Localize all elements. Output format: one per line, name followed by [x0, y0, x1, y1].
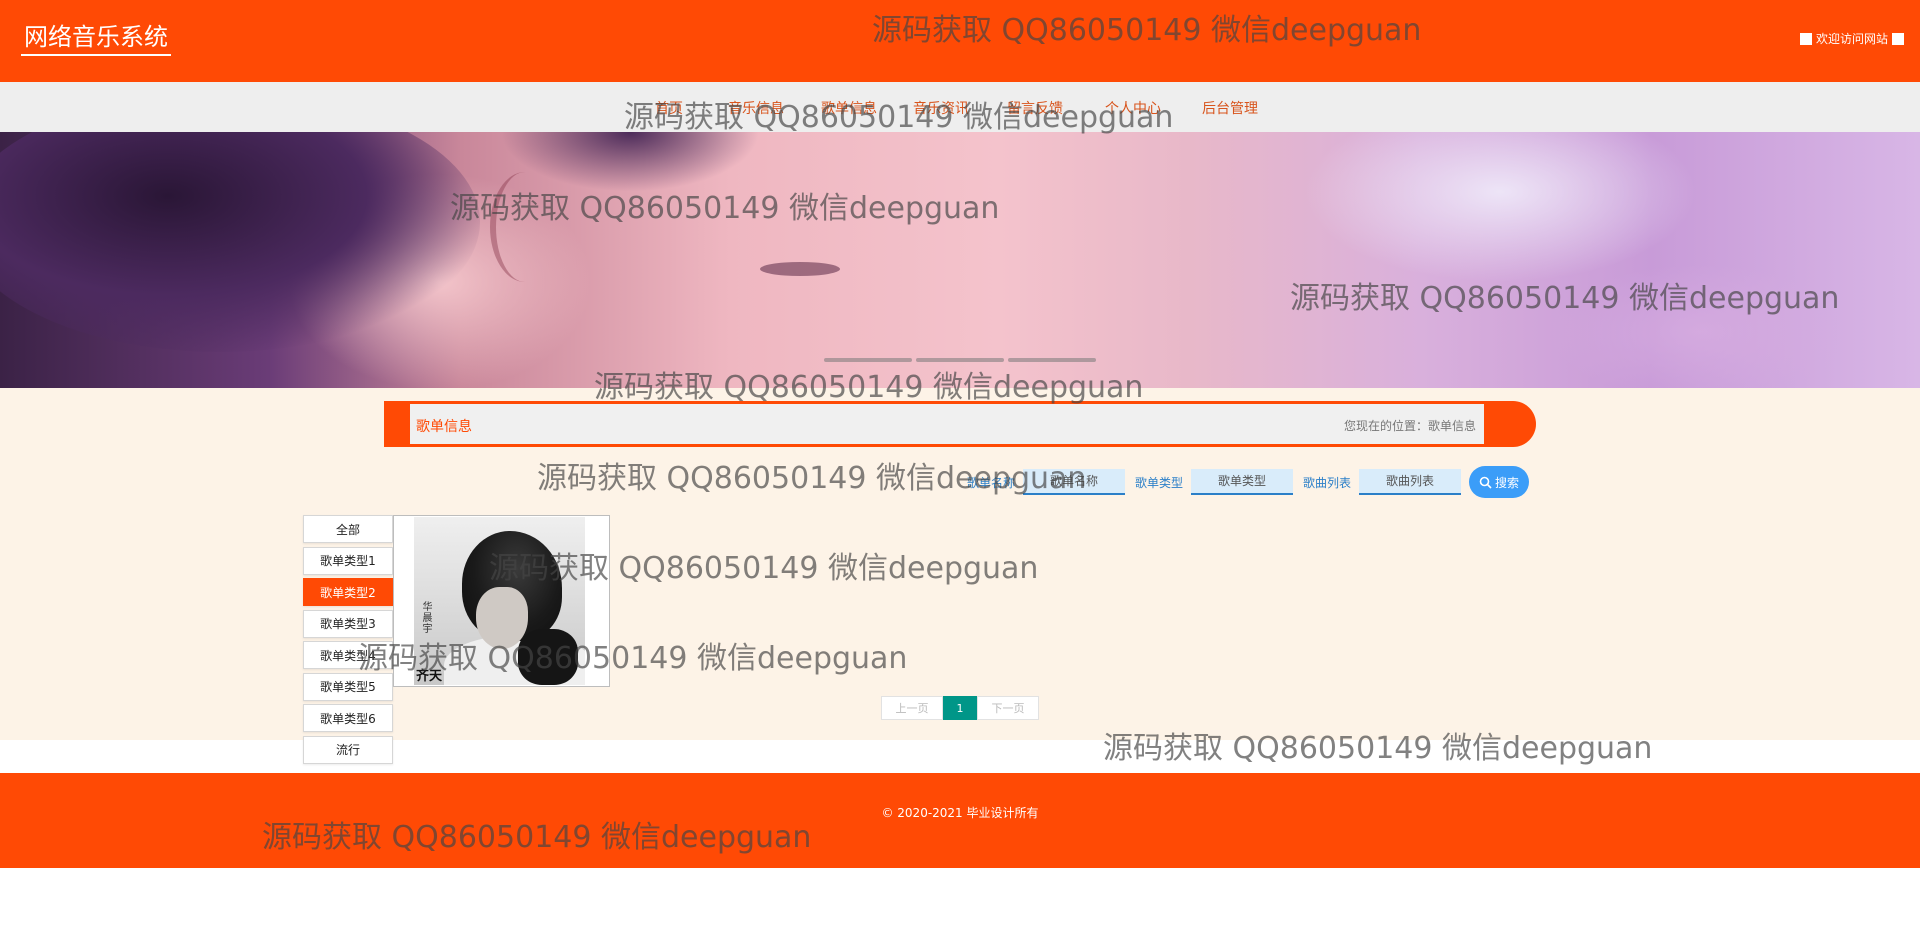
- search-label-song-list: 歌曲列表: [1303, 475, 1352, 490]
- category-type-3[interactable]: 歌单类型3: [303, 609, 393, 638]
- search-label-playlist-name: 歌单名称: [967, 475, 1016, 490]
- welcome-text: 欢迎访问网站: [1815, 32, 1888, 46]
- search-label-playlist-type: 歌单类型: [1135, 475, 1184, 490]
- category-type-6[interactable]: 歌单类型6: [303, 704, 393, 732]
- breadcrumb: 您现在的位置：歌单信息: [1343, 419, 1476, 433]
- search-button-label: 搜索: [1495, 475, 1520, 490]
- nav-item-admin[interactable]: 后台管理: [1202, 98, 1258, 118]
- section-title-bar: 歌单信息 您现在的位置：歌单信息: [384, 401, 1536, 447]
- playlist-type-input[interactable]: 歌单类型: [1191, 469, 1294, 495]
- search-icon: [1479, 476, 1492, 489]
- main-nav: 首页 音乐信息 歌单信息 音乐资讯 留言反馈 个人中心 后台管理: [0, 82, 1920, 132]
- welcome-link[interactable]: 欢迎访问网站: [1799, 30, 1904, 47]
- next-page-button[interactable]: 下一页: [977, 696, 1039, 720]
- banner-image-ear: [490, 172, 560, 282]
- nav-item-feedback[interactable]: 留言反馈: [1007, 98, 1063, 118]
- copyright-text: © 2020-2021 毕业设计所有: [881, 806, 1039, 820]
- category-type-1[interactable]: 歌单类型1: [303, 546, 393, 575]
- playlist-cover-image[interactable]: 华晨宇 齐天: [414, 517, 585, 685]
- category-type-2[interactable]: 歌单类型2: [303, 578, 393, 606]
- playlist-card[interactable]: 华晨宇 齐天: [393, 515, 610, 687]
- song-list-input[interactable]: 歌曲列表: [1359, 469, 1462, 495]
- section-title: 歌单信息: [416, 419, 472, 435]
- top-header: 网络音乐系统 欢迎访问网站: [0, 0, 1920, 82]
- carousel-dot[interactable]: [824, 358, 912, 362]
- section-title-inner: 歌单信息 您现在的位置：歌单信息: [410, 404, 1484, 444]
- carousel-dot[interactable]: [1008, 358, 1096, 362]
- cover-figure: [518, 629, 578, 685]
- category-type-4[interactable]: 歌单类型4: [303, 641, 393, 669]
- banner-image-hair: [0, 132, 480, 352]
- playlist-name-input[interactable]: 歌单名称: [1023, 469, 1126, 495]
- carousel-dot[interactable]: [916, 358, 1004, 362]
- page: 网络音乐系统 欢迎访问网站 首页 音乐信息 歌单信息 音乐资讯 留言反馈 个人中…: [0, 0, 1920, 938]
- cover-title-text: 齐天: [416, 669, 443, 684]
- footer: © 2020-2021 毕业设计所有: [0, 773, 1920, 868]
- square-icon: [1892, 32, 1904, 45]
- category-type-5[interactable]: 歌单类型5: [303, 672, 393, 701]
- nav-item-home[interactable]: 首页: [655, 98, 683, 118]
- nav-item-personal-center[interactable]: 个人中心: [1105, 98, 1161, 118]
- nav-item-music-info[interactable]: 音乐信息: [728, 98, 784, 118]
- banner-carousel[interactable]: [0, 132, 1920, 388]
- square-icon: [1799, 32, 1812, 45]
- pagination: 上一页 1 下一页: [881, 696, 1039, 720]
- prev-page-button[interactable]: 上一页: [881, 696, 943, 720]
- banner-image-eye: [760, 262, 840, 276]
- nav-item-playlist-info[interactable]: 歌单信息: [821, 98, 877, 118]
- search-form: 歌单名称 歌单名称 歌单类型 歌单类型 歌曲列表 歌曲列表 搜索: [957, 466, 1530, 498]
- category-all[interactable]: 全部: [303, 515, 393, 543]
- search-button[interactable]: 搜索: [1469, 466, 1530, 498]
- category-list: 全部 歌单类型1 歌单类型2 歌单类型3 歌单类型4 歌单类型5 歌单类型6 流…: [303, 515, 393, 767]
- page-number-current[interactable]: 1: [943, 696, 977, 720]
- site-logo-title[interactable]: 网络音乐系统: [21, 22, 171, 56]
- cover-artist-text: 华晨宇: [420, 601, 431, 634]
- carousel-indicators: [824, 358, 1096, 364]
- nav-item-music-news[interactable]: 音乐资讯: [913, 98, 969, 118]
- category-pop[interactable]: 流行: [303, 735, 393, 764]
